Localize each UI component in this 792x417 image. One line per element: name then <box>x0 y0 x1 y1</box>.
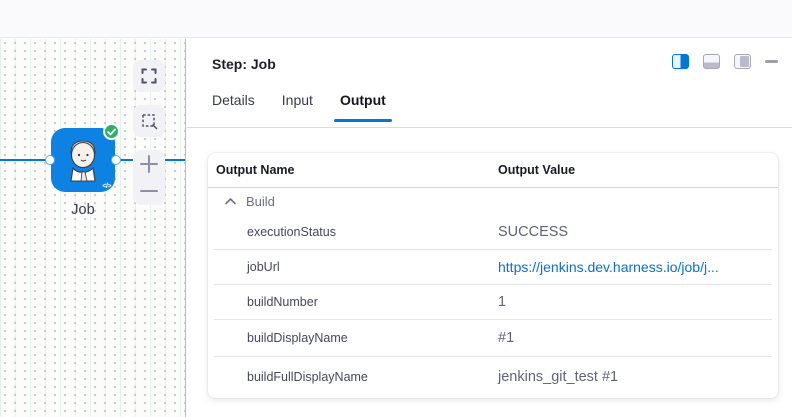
fullscreen-icon <box>141 68 157 84</box>
group-label: Build <box>246 194 275 209</box>
page-title: Step: Job <box>212 56 276 72</box>
code-icon: </> <box>102 183 111 190</box>
split-right-view-icon[interactable] <box>672 54 689 69</box>
minimize-panel-icon[interactable] <box>765 60 778 63</box>
marquee-select-button[interactable] <box>133 105 165 137</box>
marquee-select-icon <box>141 113 158 130</box>
output-value: 1 <box>498 294 778 310</box>
output-value: SUCCESS <box>498 224 778 240</box>
pipeline-canvas[interactable]: </> Job <box>0 39 186 417</box>
chevron-up-icon <box>225 198 236 205</box>
step-detail-panel: Step: Job Details Input Output Output Name… <box>187 39 792 417</box>
plus-icon <box>139 154 159 174</box>
canvas-toolbar <box>133 60 165 205</box>
minus-icon <box>139 181 159 201</box>
output-name: buildFullDisplayName <box>247 370 498 384</box>
output-rows: executionStatusSUCCESSjobUrlhttps://jenk… <box>208 214 778 398</box>
table-row: executionStatusSUCCESS <box>208 214 778 249</box>
table-row: buildDisplayName#1 <box>208 319 778 356</box>
jenkins-icon <box>63 137 103 183</box>
node-port-left[interactable] <box>45 155 55 165</box>
tab-input[interactable]: Input <box>282 92 313 121</box>
output-value-link[interactable]: https://jenkins.dev.harness.io/job/j... <box>498 259 778 275</box>
output-name: executionStatus <box>247 225 498 239</box>
column-header-output-name: Output Name <box>216 163 498 177</box>
zoom-controls <box>133 150 165 205</box>
tab-output[interactable]: Output <box>340 92 386 121</box>
table-row: jobUrlhttps://jenkins.dev.harness.io/job… <box>208 249 778 284</box>
table-row: buildFullDisplayNamejenkins_git_test #1 <box>208 356 778 398</box>
output-value: jenkins_git_test #1 <box>498 369 778 385</box>
table-row: buildNumber1 <box>208 284 778 319</box>
output-table-card: Output Name Output Value Build execution… <box>208 153 778 398</box>
node-port-right[interactable] <box>111 155 121 165</box>
fullscreen-button[interactable] <box>133 60 165 92</box>
tabs-divider <box>187 127 792 128</box>
column-header-output-value: Output Value <box>498 163 575 177</box>
panel-view-controls <box>672 54 778 69</box>
success-check-icon <box>103 123 120 140</box>
output-name: buildNumber <box>247 295 498 309</box>
zoom-in-button[interactable] <box>133 150 165 178</box>
step-detail-tabs: Details Input Output <box>212 92 413 121</box>
output-value: #1 <box>498 330 778 346</box>
split-bottom-view-icon[interactable] <box>703 54 720 69</box>
tab-details[interactable]: Details <box>212 92 255 121</box>
top-navigation-bar <box>0 0 792 38</box>
job-step-node[interactable]: </> <box>51 128 115 192</box>
output-name: jobUrl <box>247 260 498 274</box>
zoom-out-button[interactable] <box>133 178 165 206</box>
drawer-view-icon[interactable] <box>734 54 751 69</box>
output-name: buildDisplayName <box>247 331 498 345</box>
output-group-row[interactable]: Build <box>208 188 778 214</box>
table-header-row: Output Name Output Value <box>208 153 778 188</box>
node-label: Job <box>51 202 115 218</box>
